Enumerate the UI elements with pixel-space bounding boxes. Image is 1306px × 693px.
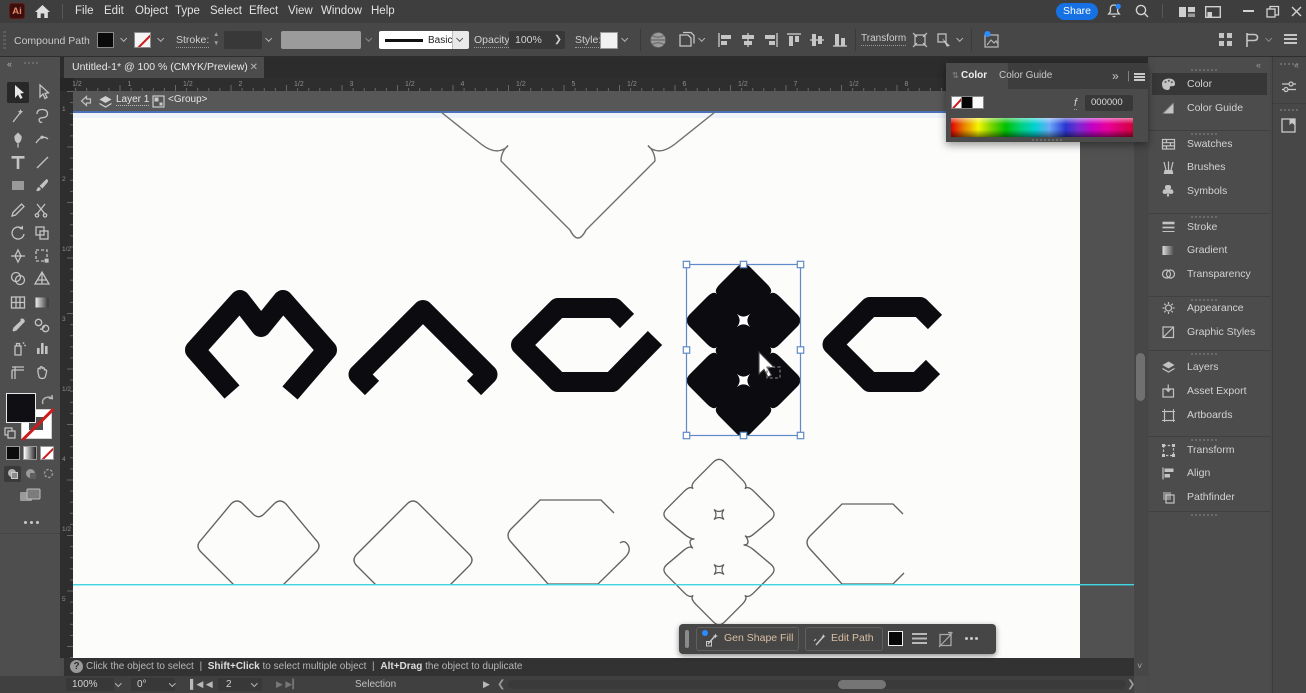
- svg-text:1/2: 1/2: [627, 81, 637, 88]
- svg-text:1: 1: [128, 81, 132, 88]
- svg-text:1/2: 1/2: [62, 526, 71, 533]
- svg-text:5: 5: [62, 596, 66, 603]
- svg-text:1/2: 1/2: [738, 81, 748, 88]
- svg-text:1/2: 1/2: [516, 81, 526, 88]
- svg-text:2: 2: [239, 81, 243, 88]
- svg-text:8: 8: [905, 81, 909, 88]
- svg-text:1/2: 1/2: [62, 386, 71, 393]
- svg-text:3: 3: [350, 81, 354, 88]
- svg-text:4: 4: [461, 81, 465, 88]
- svg-text:1: 1: [62, 106, 66, 113]
- svg-text:6: 6: [683, 81, 687, 88]
- svg-text:3: 3: [62, 316, 66, 323]
- svg-text:1/2: 1/2: [405, 81, 415, 88]
- svg-text:7: 7: [794, 81, 798, 88]
- svg-text:1/2: 1/2: [294, 81, 304, 88]
- svg-text:5: 5: [572, 81, 576, 88]
- svg-text:2: 2: [62, 176, 66, 183]
- svg-text:1/2: 1/2: [72, 81, 82, 88]
- svg-text:1/2: 1/2: [62, 246, 71, 253]
- svg-text:1/2: 1/2: [183, 81, 193, 88]
- svg-text:4: 4: [62, 456, 66, 463]
- svg-text:1/2: 1/2: [849, 81, 859, 88]
